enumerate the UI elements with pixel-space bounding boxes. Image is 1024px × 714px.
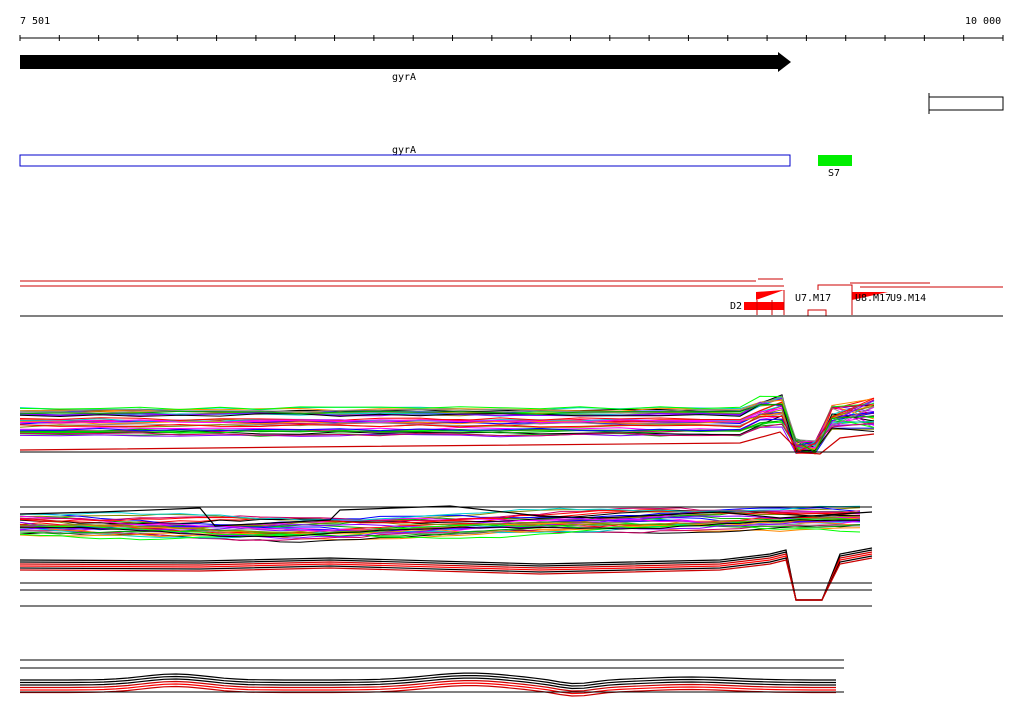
ruler-start-label: 7 501: [20, 16, 50, 27]
site-s7-label: S7: [828, 168, 840, 179]
gene-track: gyrA: [20, 52, 1004, 114]
repeat-block-d2[interactable]: [744, 302, 784, 310]
trace-track-1: [19, 394, 875, 455]
trace-track-2: [19, 505, 873, 543]
repeat-small-box[interactable]: [807, 309, 827, 317]
trace-track-4: [20, 659, 844, 697]
gyrA-gene-arrow-icon[interactable]: [20, 52, 791, 72]
repeat-label-u7: U7.M17: [795, 293, 831, 304]
cds-box-label: gyrA: [392, 145, 416, 156]
ruler-end-label: 10 000: [965, 16, 1001, 27]
repeat-triangle-1[interactable]: [756, 290, 784, 300]
trace-track-3: [19, 547, 873, 607]
repeat-label-u9: U9.M14: [890, 293, 926, 304]
repeat-track: D2 U7.M17 U8.M17 U9.M14: [20, 278, 1003, 317]
genome-browser-viewer: 7 501 10 000 gyrA gyrA S7 D2 U7.M17 U8.M…: [19, 16, 1004, 697]
gene-arrow-label: gyrA: [392, 72, 416, 83]
repeat-label-u8: U8.M17: [855, 293, 891, 304]
trace-line: [19, 547, 873, 601]
repeat-label-d2: D2: [730, 301, 742, 312]
site-s7[interactable]: [818, 155, 852, 166]
position-ruler: 7 501 10 000: [19, 16, 1004, 41]
empty-box-icon: [928, 96, 1004, 111]
cds-track: gyrA S7: [19, 145, 852, 179]
gyrA-cds-box[interactable]: [19, 154, 791, 167]
